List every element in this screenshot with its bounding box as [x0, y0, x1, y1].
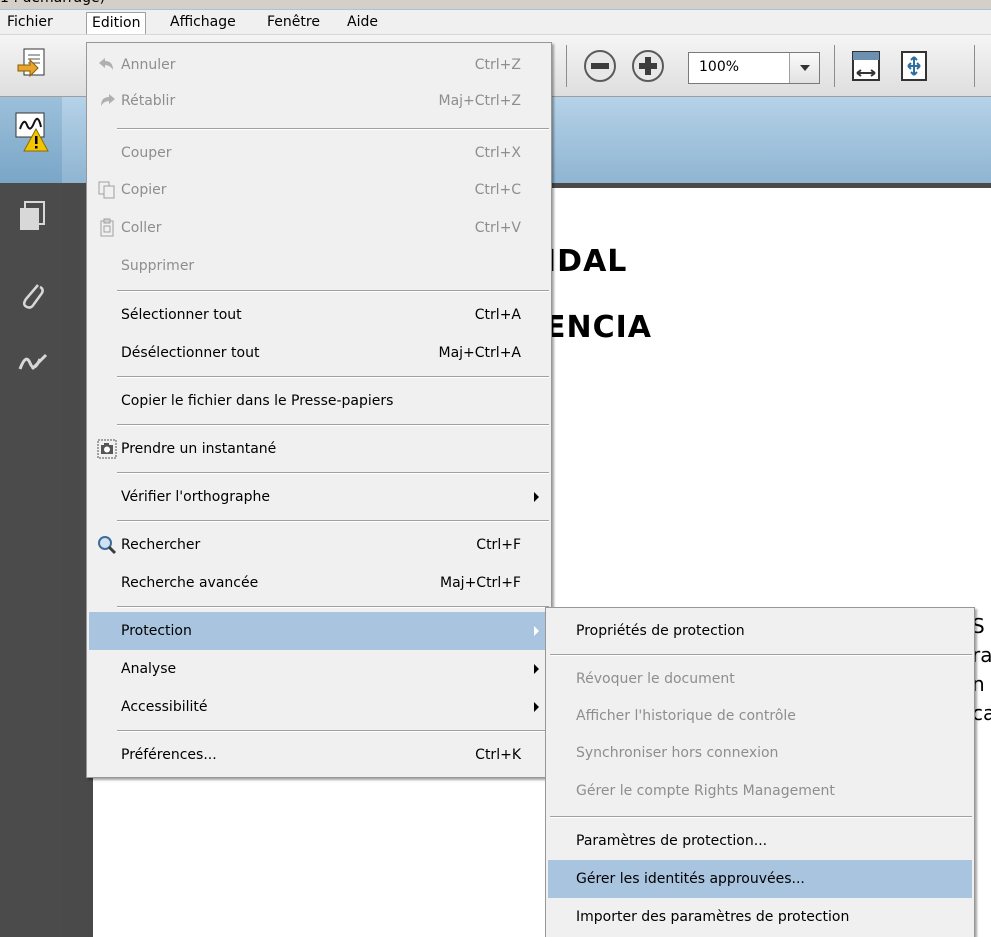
menu-item-copier[interactable]: Copier Ctrl+C — [89, 171, 549, 209]
submenu-arrow-icon — [534, 702, 539, 712]
menu-item-synchroniser[interactable]: Synchroniser hors connexion — [548, 734, 972, 772]
minus-circle-icon — [584, 50, 616, 82]
menu-item-copier-fichier[interactable]: Copier le fichier dans le Presse-papiers — [89, 382, 549, 420]
menu-item-importer-parametres[interactable]: Importer des paramètres de protection — [548, 898, 972, 936]
menu-item-revoquer-document[interactable]: Révoquer le document — [548, 660, 972, 698]
navigation-pane — [0, 97, 62, 937]
edition-menu: Annuler Ctrl+Z Rétablir Maj+Ctrl+Z Coupe… — [86, 42, 552, 778]
menu-item-historique-controle[interactable]: Afficher l'historique de contrôle — [548, 697, 972, 735]
menu-item-rights-management[interactable]: Gérer le compte Rights Management — [548, 772, 972, 810]
menu-item-supprimer[interactable]: Supprimer — [89, 247, 549, 285]
menu-item-couper[interactable]: Couper Ctrl+X — [89, 134, 549, 172]
submenu-arrow-icon — [534, 626, 539, 636]
fit-page-icon — [901, 51, 927, 81]
menu-item-retablir[interactable]: Rétablir Maj+Ctrl+Z — [89, 82, 549, 120]
menu-edition[interactable]: Edition — [86, 12, 147, 34]
submenu-arrow-icon — [534, 492, 539, 502]
menu-item-annuler[interactable]: Annuler Ctrl+Z — [89, 46, 549, 84]
menu-item-recherche-avancee[interactable]: Recherche avancée Maj+Ctrl+F — [89, 564, 549, 602]
menu-item-verifier-orthographe[interactable]: Vérifier l'orthographe — [89, 478, 549, 516]
signature-panel-tab[interactable] — [0, 97, 62, 183]
menu-bar: Fichier Edition Affichage Fenêtre Aide — [0, 9, 991, 35]
zoom-combobox[interactable]: 100% — [688, 52, 820, 84]
menu-item-selectionner-tout[interactable]: Sélectionner tout Ctrl+A — [89, 296, 549, 334]
search-icon — [98, 536, 117, 555]
paperclip-icon[interactable] — [18, 281, 46, 311]
menu-fichier[interactable]: Fichier — [2, 12, 58, 34]
menu-item-protection[interactable]: Protection — [89, 612, 549, 650]
signatures-icon[interactable] — [18, 349, 48, 375]
zoom-out-button[interactable] — [580, 45, 620, 87]
redo-icon — [101, 94, 115, 106]
submenu-arrow-icon — [534, 664, 539, 674]
menu-item-instantane[interactable]: Prendre un instantané — [89, 430, 549, 468]
chevron-down-icon — [800, 65, 810, 71]
zoom-value: 100% — [699, 59, 740, 75]
fit-page-button[interactable] — [894, 45, 934, 87]
plus-circle-icon — [632, 50, 664, 82]
menu-item-deselectionner-tout[interactable]: Désélectionner tout Maj+Ctrl+A — [89, 334, 549, 372]
menu-item-identites-approuvees[interactable]: Gérer les identités approuvées... — [548, 860, 972, 898]
menu-item-parametres-protection[interactable]: Paramètres de protection... — [548, 822, 972, 860]
zoom-dropdown-button[interactable] — [789, 53, 819, 83]
zoom-in-button[interactable] — [628, 45, 668, 87]
fit-width-icon — [852, 51, 880, 81]
menu-item-analyse[interactable]: Analyse — [89, 650, 549, 688]
menu-item-accessibilite[interactable]: Accessibilité — [89, 688, 549, 726]
menu-aide[interactable]: Aide — [342, 12, 383, 34]
fit-width-button[interactable] — [846, 45, 886, 87]
camera-icon — [97, 439, 117, 459]
paste-icon — [100, 218, 114, 237]
menu-affichage[interactable]: Affichage — [165, 12, 241, 34]
document-heading-1: IDAL — [545, 244, 628, 279]
create-pdf-button[interactable] — [12, 43, 52, 85]
pages-icon[interactable] — [18, 201, 46, 231]
protection-submenu: Propriétés de protection Révoquer le doc… — [545, 607, 975, 937]
menu-item-rechercher[interactable]: Rechercher Ctrl+F — [89, 526, 549, 564]
document-arrow-icon — [17, 48, 45, 78]
signature-warning-icon — [15, 112, 49, 152]
undo-icon — [99, 58, 113, 70]
menu-item-coller[interactable]: Coller Ctrl+V — [89, 209, 549, 247]
document-heading-2: ENCIA — [545, 310, 652, 345]
copy-icon — [98, 181, 115, 199]
menu-item-preferences[interactable]: Préférences... Ctrl+K — [89, 736, 549, 774]
menu-item-proprietes-protection[interactable]: Propriétés de protection — [548, 612, 972, 650]
menu-fenetre[interactable]: Fenêtre — [262, 12, 325, 34]
